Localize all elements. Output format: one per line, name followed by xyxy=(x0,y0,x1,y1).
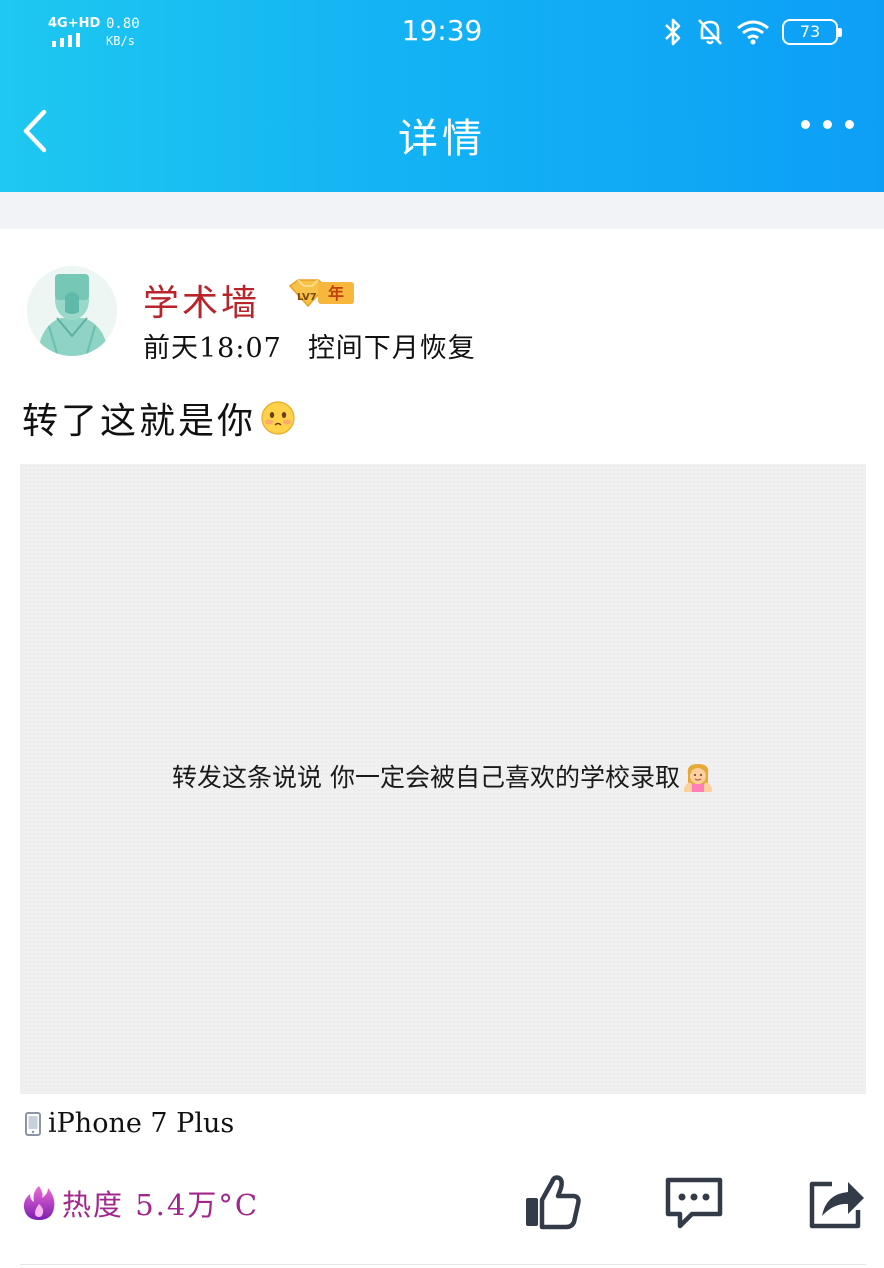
post-image[interactable]: 转发这条说说 你一定会被自己喜欢的学校录取 xyxy=(20,464,866,1094)
device-name: iPhone 7 Plus xyxy=(48,1108,235,1139)
level-badge: LV7 年 xyxy=(288,279,354,308)
status-icons: 73 xyxy=(662,16,842,48)
header-bar: 4G+HD 0.80 KB/s 19:39 73 详情 xyxy=(0,0,884,192)
device-info: iPhone 7 Plus xyxy=(24,1108,234,1139)
heat-indicator: 热度 5.4万°C xyxy=(22,1182,259,1224)
post-text-content: 转了这就是你 xyxy=(22,401,257,442)
shy-face-emoji-icon xyxy=(261,401,295,435)
level-badge-text: LV7 xyxy=(297,292,317,303)
avatar-illustration xyxy=(27,266,117,356)
phone-icon xyxy=(25,1111,41,1136)
mute-bell-icon xyxy=(698,19,722,45)
post-meta: 前天18:07 控间下月恢复 xyxy=(143,326,476,365)
status-bar: 4G+HD 0.80 KB/s 19:39 73 xyxy=(0,0,884,70)
image-caption-text: 转发这条说说 你一定会被自己喜欢的学校录取 xyxy=(172,763,680,792)
nav-bar: 详情 xyxy=(0,70,884,192)
post-time: 前天18:07 xyxy=(143,333,282,364)
post-privacy: 控间下月恢复 xyxy=(307,333,476,364)
avatar[interactable] xyxy=(27,266,117,356)
bottom-divider xyxy=(20,1264,866,1265)
woman-raising-hands-emoji-icon xyxy=(683,764,712,792)
fire-icon xyxy=(23,1186,55,1220)
year-badge-text: 年 xyxy=(328,284,344,303)
thumbs-up-icon[interactable] xyxy=(520,1170,584,1234)
page-title: 详情 xyxy=(398,116,486,162)
share-icon[interactable] xyxy=(804,1170,868,1234)
post-author[interactable]: 学术墙 xyxy=(143,274,260,326)
bluetooth-icon xyxy=(665,18,681,46)
more-dots-icon[interactable] xyxy=(801,120,854,129)
image-caption: 转发这条说说 你一定会被自己喜欢的学校录取 xyxy=(20,758,866,794)
section-divider xyxy=(0,192,884,229)
heat-label: 热度 5.4万°C xyxy=(62,1188,260,1222)
wifi-icon xyxy=(737,20,769,45)
post-text: 转了这就是你 xyxy=(22,392,296,444)
battery-indicator: 73 xyxy=(782,19,842,45)
comment-icon[interactable] xyxy=(662,1170,726,1234)
